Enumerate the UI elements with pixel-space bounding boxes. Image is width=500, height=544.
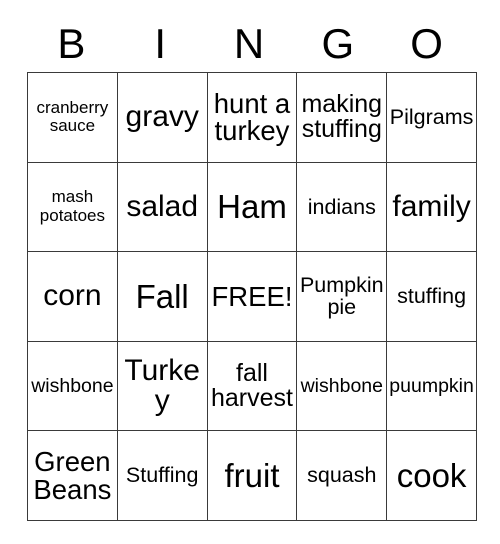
bingo-row: cranberry sauce gravy hunt a turkey maki…	[27, 72, 477, 163]
bingo-cell-free-space[interactable]: FREE!	[207, 251, 298, 342]
bingo-header-row: B I N G O	[27, 16, 471, 72]
bingo-cell-o3[interactable]: stuffing	[386, 251, 477, 342]
bingo-cell-o2[interactable]: family	[386, 162, 477, 253]
bingo-cell-label: indians	[307, 194, 376, 219]
bingo-cell-label: wishbone	[31, 374, 114, 397]
bingo-cell-label: hunt a turkey	[213, 87, 291, 147]
bingo-cell-i5[interactable]: Stuffing	[117, 430, 208, 521]
bingo-cell-o4[interactable]: puumpkin	[386, 341, 477, 432]
bingo-cell-label: squash	[307, 463, 377, 488]
bingo-cell-label: cranberry sauce	[36, 97, 109, 136]
bingo-cell-i3[interactable]: Fall	[117, 251, 208, 342]
bingo-cell-label: cook	[396, 457, 467, 495]
bingo-row: Green Beans Stuffing fruit squash cook	[27, 430, 477, 521]
bingo-cell-n1[interactable]: hunt a turkey	[207, 72, 298, 163]
bingo-cell-g5[interactable]: squash	[296, 430, 388, 521]
bingo-cell-g1[interactable]: making stuffing	[296, 72, 388, 163]
bingo-cell-n2[interactable]: Ham	[207, 162, 298, 253]
bingo-cell-i2[interactable]: salad	[117, 162, 208, 253]
bingo-column-letter-i: I	[154, 20, 167, 67]
bingo-cell-label: salad	[126, 189, 199, 223]
bingo-cell-o5[interactable]: cook	[386, 430, 477, 521]
bingo-cell-label: Pumpkin pie	[299, 272, 384, 320]
bingo-cell-label: Green Beans	[33, 446, 112, 505]
bingo-column-letter-b: B	[57, 20, 86, 67]
bingo-cell-n5[interactable]: fruit	[207, 430, 298, 521]
bingo-cell-label: Stuffing	[125, 463, 199, 488]
bingo-card: B I N G O cranberry sauce gravy hunt a t…	[27, 16, 477, 521]
bingo-row: mash potatoes salad Ham indians family	[27, 162, 477, 253]
bingo-cell-label: family	[392, 189, 471, 223]
bingo-cell-label: gravy	[125, 100, 199, 134]
bingo-cell-b3[interactable]: corn	[27, 251, 118, 342]
bingo-row: corn Fall FREE! Pumpkin pie stuffing	[27, 251, 477, 342]
bingo-cell-n4[interactable]: fall harvest	[207, 341, 298, 432]
bingo-row: wishbone Turkey fall harvest wishbone pu…	[27, 341, 477, 432]
bingo-cell-label: Turkey	[124, 354, 200, 418]
bingo-cell-label: puumpkin	[389, 374, 474, 397]
bingo-cell-o1[interactable]: Pilgrams	[386, 72, 477, 163]
bingo-cell-g3[interactable]: Pumpkin pie	[296, 251, 388, 342]
bingo-free-label: FREE!	[211, 280, 293, 312]
bingo-cell-label: stuffing	[397, 284, 467, 309]
bingo-cell-label: wishbone	[300, 374, 383, 397]
bingo-cell-g4[interactable]: wishbone	[296, 341, 388, 432]
bingo-cell-label: Fall	[135, 277, 189, 315]
bingo-cell-g2[interactable]: indians	[296, 162, 388, 253]
bingo-cell-label: fruit	[224, 457, 280, 495]
bingo-cell-b5[interactable]: Green Beans	[27, 430, 118, 521]
bingo-cell-i4[interactable]: Turkey	[117, 341, 208, 432]
bingo-cell-label: making stuffing	[301, 89, 383, 144]
bingo-cell-b2[interactable]: mash potatoes	[27, 162, 118, 253]
bingo-cell-label: Pilgrams	[389, 105, 474, 130]
bingo-column-letter-o: O	[410, 20, 443, 67]
bingo-column-letter-g: G	[321, 20, 355, 67]
bingo-column-letter-n: N	[233, 20, 265, 67]
bingo-cell-label: Ham	[217, 188, 287, 226]
bingo-cell-label: corn	[43, 279, 102, 313]
bingo-cell-b4[interactable]: wishbone	[27, 341, 118, 432]
bingo-grid: cranberry sauce gravy hunt a turkey maki…	[27, 72, 477, 521]
bingo-cell-label: mash potatoes	[39, 187, 106, 225]
bingo-cell-i1[interactable]: gravy	[117, 72, 208, 163]
bingo-cell-b1[interactable]: cranberry sauce	[27, 72, 118, 163]
bingo-cell-label: fall harvest	[211, 358, 293, 413]
